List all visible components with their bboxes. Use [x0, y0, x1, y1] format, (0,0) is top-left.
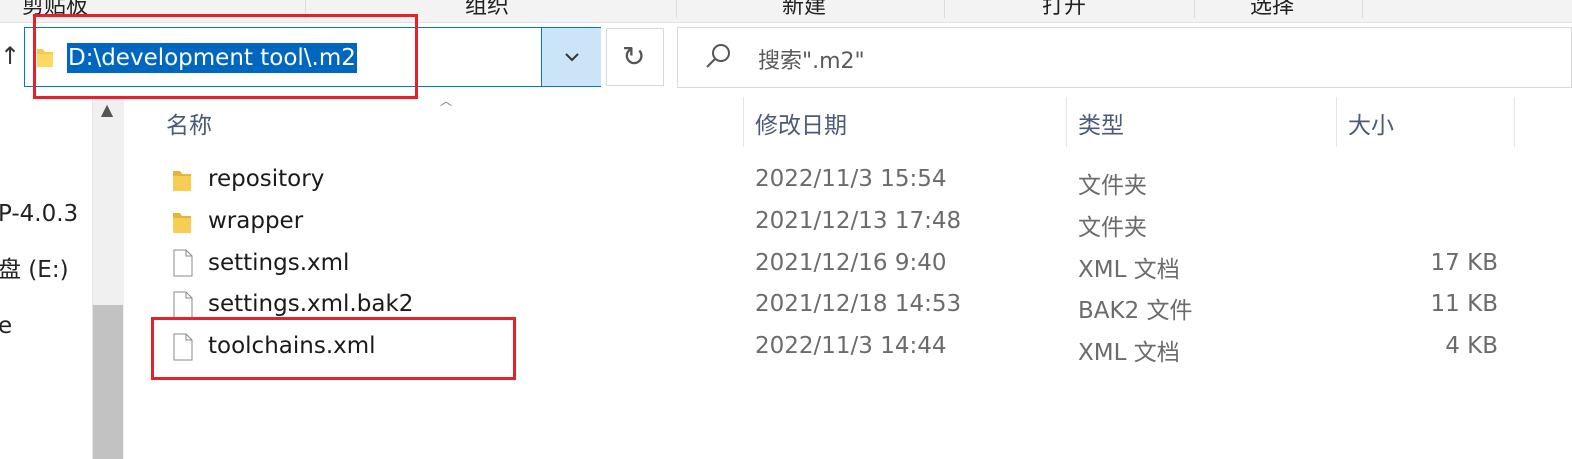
nav-item[interactable]: e: [0, 313, 12, 339]
file-name[interactable]: wrapper: [208, 208, 303, 234]
file-date: 2021/12/18 14:53: [755, 291, 962, 317]
file-type: XML 文档: [1078, 257, 1180, 283]
address-dropdown-button[interactable]: [541, 28, 601, 86]
file-type: XML 文档: [1078, 340, 1180, 366]
ribbon-group-open: 打开: [1042, 0, 1087, 19]
nav-item[interactable]: P-4.0.3: [0, 201, 78, 227]
file-name[interactable]: toolchains.xml: [208, 333, 376, 359]
search-input[interactable]: 搜索".m2": [758, 43, 865, 75]
refresh-button[interactable]: ↻: [606, 28, 664, 86]
search-icon: [706, 44, 730, 68]
ribbon-group-new: 新建: [782, 0, 827, 19]
file-size: 17 KB: [1430, 250, 1498, 276]
ribbon-divider: [944, 0, 945, 18]
address-path-text[interactable]: D:\development tool\.m2: [67, 43, 357, 73]
file-date: 2022/11/3 14:44: [755, 333, 947, 359]
column-header-date[interactable]: 修改日期: [755, 106, 847, 140]
file-name[interactable]: repository: [208, 166, 324, 192]
file-size: 11 KB: [1430, 291, 1498, 317]
ribbon-divider: [676, 0, 677, 18]
ribbon-group-select: 选择: [1250, 0, 1295, 19]
file-type: 文件夹: [1078, 173, 1147, 199]
up-arrow-icon[interactable]: ↑: [0, 42, 20, 70]
column-header-size[interactable]: 大小: [1348, 106, 1394, 140]
file-icon: [173, 333, 193, 361]
column-divider[interactable]: [1514, 97, 1515, 147]
ribbon-group-labels: 剪贴板 组织 新建 打开 选择: [0, 0, 1572, 23]
column-header-name[interactable]: 名称: [166, 106, 212, 140]
file-icon: [173, 291, 193, 319]
nav-scrollbar-thumb[interactable]: [93, 305, 123, 459]
chevron-down-icon: [565, 53, 579, 62]
ribbon-divider: [1194, 0, 1195, 18]
file-date: 2022/11/3 15:54: [755, 166, 947, 192]
column-divider[interactable]: [743, 97, 744, 147]
column-header-type[interactable]: 类型: [1078, 106, 1124, 140]
file-date: 2021/12/13 17:48: [755, 208, 962, 234]
scroll-up-arrow-icon[interactable]: ▲: [92, 100, 122, 119]
file-size: 4 KB: [1445, 333, 1498, 359]
folder-icon: [173, 213, 191, 233]
file-name[interactable]: settings.xml: [208, 250, 349, 276]
nav-item-drive-e[interactable]: 盘 (E:): [0, 250, 69, 284]
file-type: BAK2 文件: [1078, 298, 1193, 324]
column-divider[interactable]: [1066, 97, 1067, 147]
ribbon-divider: [1362, 0, 1363, 18]
ribbon-group-clipboard: 剪贴板: [22, 0, 89, 19]
refresh-icon: ↻: [622, 40, 646, 73]
sort-ascending-icon: ︿: [440, 94, 453, 108]
file-icon: [173, 249, 193, 277]
folder-icon: [173, 171, 191, 191]
folder-icon: [37, 49, 53, 67]
file-name[interactable]: settings.xml.bak2: [208, 291, 413, 317]
ribbon-group-organize: 组织: [465, 0, 510, 19]
column-divider[interactable]: [1336, 97, 1337, 147]
file-type: 文件夹: [1078, 215, 1147, 241]
ribbon-divider: [305, 0, 306, 18]
file-date: 2021/12/16 9:40: [755, 250, 947, 276]
